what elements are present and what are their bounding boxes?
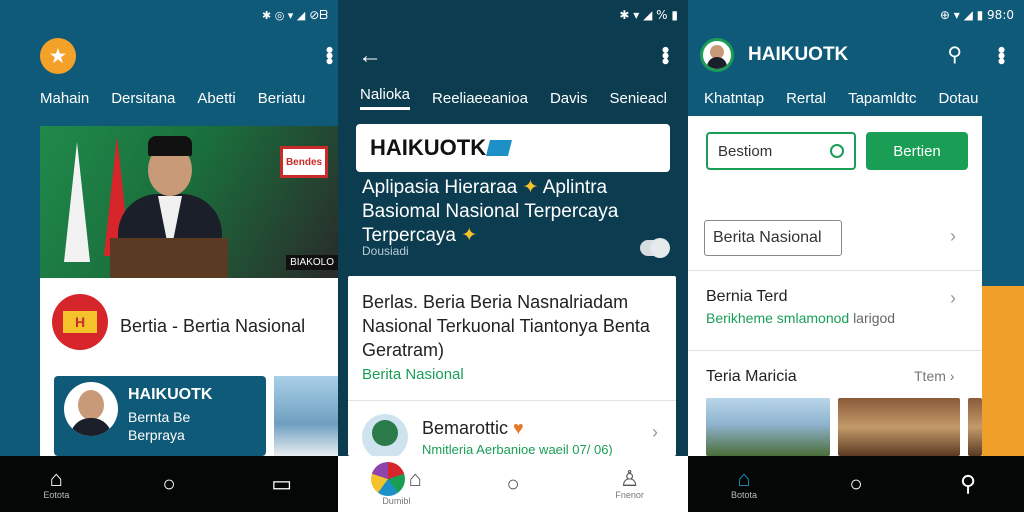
chevron-right-icon[interactable]: ›	[950, 288, 956, 309]
category-chip[interactable]: Berita Nasional	[704, 220, 842, 256]
hero-caption: BIAKOLO	[286, 255, 338, 270]
tab-item[interactable]: Reeliaeeanioa	[432, 90, 528, 107]
app-logo-icon[interactable]: ★	[40, 38, 76, 74]
list-item-meta: Berikheme smlamonod larigod	[706, 310, 896, 326]
photo-thumbnail[interactable]	[968, 398, 982, 456]
bottom-nav: ⌂ Eotota ○ ▭	[0, 456, 338, 512]
status-text: ⊘ᗷ	[309, 7, 328, 22]
home-icon: ⌂	[408, 466, 422, 491]
photo-thumbnail[interactable]	[706, 398, 830, 456]
circle-icon: ○	[162, 471, 176, 496]
app-title: HAIKUOTK	[748, 44, 849, 65]
brand-tag-icon	[486, 140, 513, 156]
status-text: ✱ ▾ ◢ % ▮	[619, 8, 678, 22]
tab-item[interactable]: Abetti	[197, 90, 235, 107]
section-title: Teria Maricia	[706, 368, 797, 385]
list-item-title[interactable]: Bernia Terd	[706, 288, 788, 306]
phone-screen-article: ✱ ▾ ◢ % ▮ ← ••• Nalioka Reeliaeeanioa Da…	[338, 0, 688, 512]
divider	[348, 400, 676, 401]
phone-screen-search: ⊕ ▾ ◢ ▮ 98:0 HAIKUOTK ⚲ ••• Khatntap Rer…	[688, 0, 1024, 512]
article-category[interactable]: Berita Nasional	[362, 366, 464, 383]
status-bar: ✱ ▾ ◢ % ▮	[619, 6, 678, 24]
overflow-menu-icon[interactable]: •••	[653, 46, 678, 63]
chevron-right-icon[interactable]: ›	[950, 226, 956, 247]
list-item-title[interactable]: Bemarottic ♥	[422, 418, 524, 439]
hero-image[interactable]: Bendes BIAKOLO	[40, 126, 338, 278]
tab-item[interactable]: Tapamldtc	[848, 90, 916, 107]
nav-circle-button[interactable]: ○	[483, 460, 543, 508]
category-tabs: Khatntap Rertal Tapamldtc Dotau	[688, 84, 1024, 112]
status-icons: ✱ ◎ ▾ ◢	[261, 8, 306, 22]
promo-title: HAIKUOTK	[128, 386, 213, 403]
search-input[interactable]: Bestiom	[706, 132, 856, 170]
bottom-nav: ⌂ Botota ○ ⚲	[688, 456, 1024, 512]
chevron-right-icon[interactable]: ›	[652, 422, 658, 443]
search-icon[interactable]: ⚲	[947, 42, 962, 67]
tab-item[interactable]: Dotau	[938, 90, 978, 107]
category-tabs: Mahain Dersitana Abetti Beriatu	[0, 84, 338, 112]
overflow-menu-icon[interactable]: •••	[317, 46, 338, 63]
flag-shape	[64, 142, 90, 262]
tab-item[interactable]: Khatntap	[704, 90, 764, 107]
promo-text: Bernta Be Berpraya	[128, 409, 191, 443]
circle-icon: ○	[506, 471, 520, 496]
tab-item[interactable]: Beriatu	[258, 90, 306, 107]
side-accent	[982, 286, 1024, 456]
section-more-link[interactable]: Ttem ›	[914, 368, 954, 384]
category-tabs: Nalioka Reeliaeeanioa Davis Senieacl	[338, 84, 688, 112]
avatar	[64, 382, 118, 436]
nav-circle-button[interactable]: ○	[139, 460, 199, 508]
profile-icon: ♙	[619, 466, 640, 491]
circle-icon: ○	[849, 471, 863, 496]
article-text[interactable]: Berlas. Beria Beria Nasnalriadam Nasiona…	[362, 290, 652, 362]
photo-thumbnail[interactable]	[838, 398, 960, 456]
nav-home-button[interactable]: ⌂ Botota	[714, 460, 774, 508]
multi-screen-composite: ✱ ◎ ▾ ◢ ⊘ᗷ ★ ••• Mahain Dersitana Abetti…	[0, 0, 1024, 512]
bottom-nav: ⌂ Dumibl ○ ♙ Fnenor	[338, 456, 688, 512]
headline: Aplipasia Hieraraa ✦ Aplintra Basiomal N…	[362, 177, 619, 246]
bookmark-icon: ▭	[271, 471, 293, 496]
brand-logo-icon: H	[52, 294, 108, 350]
brand-header: HAIKUOTK	[356, 124, 670, 172]
status-text: ⊕ ▾ ◢ ▮ 98:0	[939, 8, 1014, 22]
search-button[interactable]: Bertien	[866, 132, 968, 170]
tab-item[interactable]: Mahain	[40, 90, 89, 107]
back-arrow-icon[interactable]: ←	[358, 42, 382, 70]
hero-banner: Bendes	[280, 146, 328, 178]
tab-item[interactable]: Nalioka	[360, 86, 411, 110]
photo-strip	[706, 398, 982, 456]
avatar[interactable]	[700, 38, 734, 72]
tab-item[interactable]: Senieacl	[609, 90, 667, 107]
nav-circle-button[interactable]: ○	[826, 460, 886, 508]
loading-icon	[830, 144, 844, 158]
home-icon: ⌂	[49, 466, 63, 491]
nav-home-button[interactable]: ⌂ Dumibl	[366, 460, 426, 508]
promo-card[interactable]: HAIKUOTK Bernta Be Berpraya	[54, 376, 266, 456]
phone-screen-home: ✱ ◎ ▾ ◢ ⊘ᗷ ★ ••• Mahain Dersitana Abetti…	[0, 0, 338, 512]
brand-title: Bertia - Bertia Nasional	[120, 316, 306, 336]
avatar	[362, 414, 408, 460]
tab-item[interactable]: Davis	[550, 90, 588, 107]
overflow-menu-icon[interactable]: •••	[989, 46, 1014, 63]
nav-search-button[interactable]: ⚲	[938, 460, 998, 508]
home-icon: ⌂	[737, 466, 751, 491]
toggle-switch[interactable]	[640, 238, 670, 258]
tab-item[interactable]: Rertal	[786, 90, 826, 107]
search-people-icon: ⚲	[959, 471, 977, 496]
article-list: Berlas. Beria Beria Nasnalriadam Nasiona…	[348, 276, 676, 460]
status-bar: ⊕ ▾ ◢ ▮ 98:0	[940, 6, 1014, 24]
list-item-meta: Nmitleria Aerbanioe waeil 07/ 06)	[422, 442, 613, 457]
tab-item[interactable]: Dersitana	[111, 90, 175, 107]
nav-home-button[interactable]: ⌂ Eotota	[26, 460, 86, 508]
thumbnail-image[interactable]	[274, 376, 338, 456]
podium	[110, 238, 228, 278]
colorful-logo-icon	[370, 462, 405, 496]
status-bar: ✱ ◎ ▾ ◢ ⊘ᗷ	[262, 6, 328, 24]
headline-sub: Dousiadi	[362, 244, 409, 258]
nav-profile-button[interactable]: ♙ Fnenor	[600, 460, 660, 508]
nav-bookmark-button[interactable]: ▭	[252, 460, 312, 508]
divider	[688, 350, 982, 351]
divider	[688, 270, 982, 271]
